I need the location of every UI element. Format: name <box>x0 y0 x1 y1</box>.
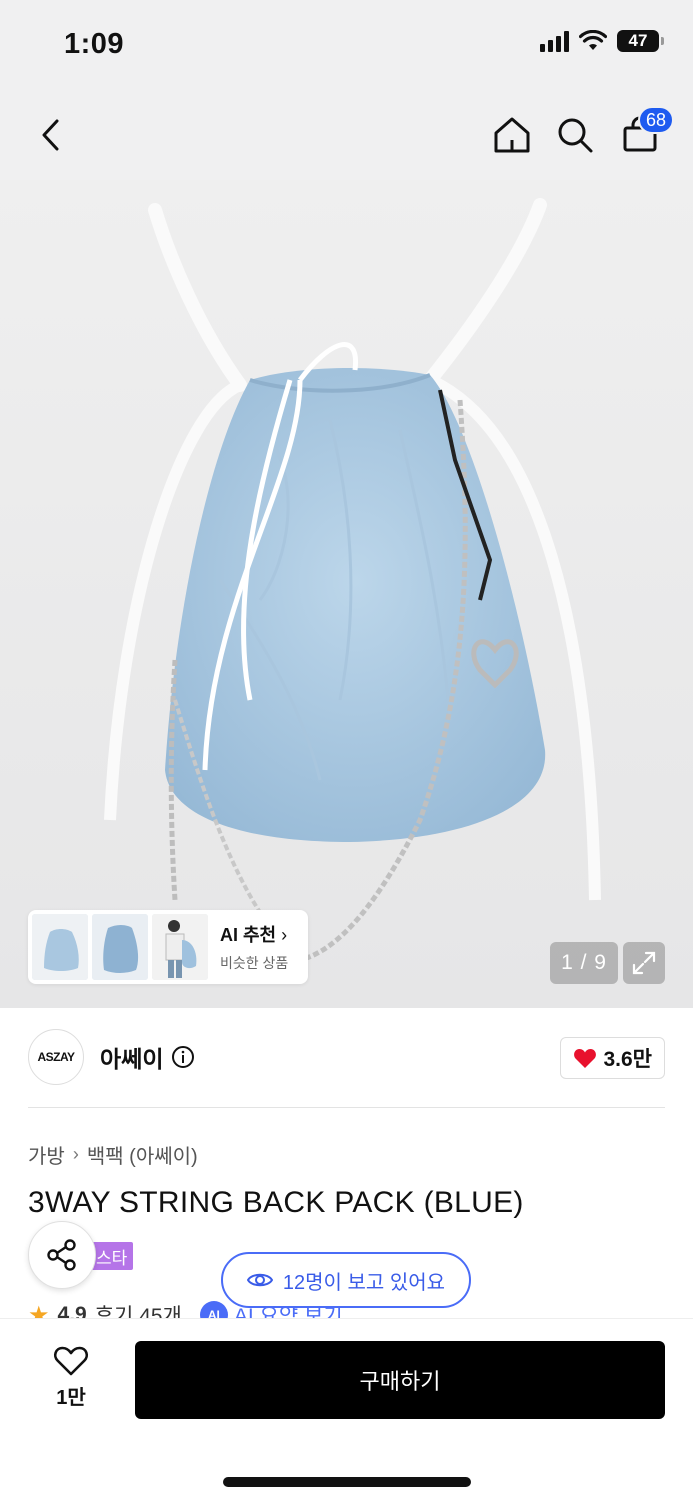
ai-recommend-strip[interactable]: AI 추천 › 비슷한 상품 <box>28 910 308 984</box>
brand-like-count: 3.6만 <box>603 1048 652 1071</box>
status-icons: 47 <box>540 30 664 52</box>
thumbnail-1[interactable] <box>32 914 88 980</box>
battery-icon: 47 <box>617 30 664 52</box>
share-icon <box>47 1239 76 1271</box>
wishlist-button[interactable]: 1만 <box>40 1345 102 1410</box>
home-button[interactable] <box>487 110 537 160</box>
breadcrumb-category[interactable]: 가방 <box>28 1140 65 1169</box>
brand-like-button[interactable]: 3.6만 <box>560 1037 665 1079</box>
status-bar: 1:09 47 <box>0 0 693 90</box>
wishlist-count: 1만 <box>56 1387 86 1409</box>
product-tag-badge: 스타 <box>90 1242 134 1270</box>
thumbnail-2[interactable] <box>92 914 148 980</box>
heart-outline-icon <box>53 1346 89 1376</box>
back-button[interactable] <box>26 110 76 160</box>
eye-icon <box>246 1273 273 1287</box>
brand-row: ASZAY 아쎄이 3.6만 <box>28 1028 665 1086</box>
buy-button[interactable]: 구매하기 <box>135 1341 665 1419</box>
thumbnail-image <box>152 914 208 980</box>
product-image[interactable] <box>0 180 693 1008</box>
brand-name[interactable]: 아쎄이 <box>100 1040 163 1074</box>
status-time: 1:09 <box>64 28 125 60</box>
home-indicator <box>223 1477 471 1487</box>
chevron-right-icon: › <box>281 925 288 945</box>
home-icon <box>494 117 530 153</box>
share-button[interactable] <box>28 1221 96 1289</box>
breadcrumb-subcategory[interactable]: 백팩 (아쎄이) <box>87 1140 198 1169</box>
product-title: 3WAY STRING BACK PACK (BLUE) <box>28 1186 524 1219</box>
signal-icon <box>540 30 569 52</box>
divider <box>28 1107 665 1108</box>
info-icon[interactable] <box>171 1045 195 1069</box>
thumbnail-image <box>92 914 148 980</box>
viewers-indicator: 12명이 보고 있어요 <box>221 1252 471 1308</box>
wifi-icon <box>579 30 607 50</box>
search-button[interactable] <box>550 110 600 160</box>
breadcrumb: 가방 › 백팩 (아쎄이) <box>28 1140 198 1169</box>
viewers-text: 12명이 보고 있어요 <box>282 1271 446 1294</box>
backpack-illustration <box>104 198 601 963</box>
brand-logo[interactable]: ASZAY <box>28 1029 84 1085</box>
top-nav-bar <box>0 90 693 180</box>
cart-count-badge: 68 <box>638 106 675 134</box>
expand-icon <box>632 951 656 975</box>
expand-image-button[interactable] <box>623 942 665 984</box>
ai-recommend-title: AI 추천 › <box>220 925 288 945</box>
ai-recommend-link[interactable]: AI 추천 › 비슷한 상품 <box>220 921 288 973</box>
back-icon <box>42 119 59 151</box>
bottom-action-bar: 1만 구매하기 <box>0 1318 693 1500</box>
image-counter: 1 / 9 <box>550 942 618 984</box>
search-icon <box>558 118 593 153</box>
ai-recommend-subtitle: 비슷한 상품 <box>220 955 289 971</box>
thumbnail-3[interactable] <box>152 914 208 980</box>
thumbnail-image <box>32 914 88 980</box>
chevron-right-icon: › <box>72 1144 79 1164</box>
heart-icon <box>574 1049 597 1068</box>
